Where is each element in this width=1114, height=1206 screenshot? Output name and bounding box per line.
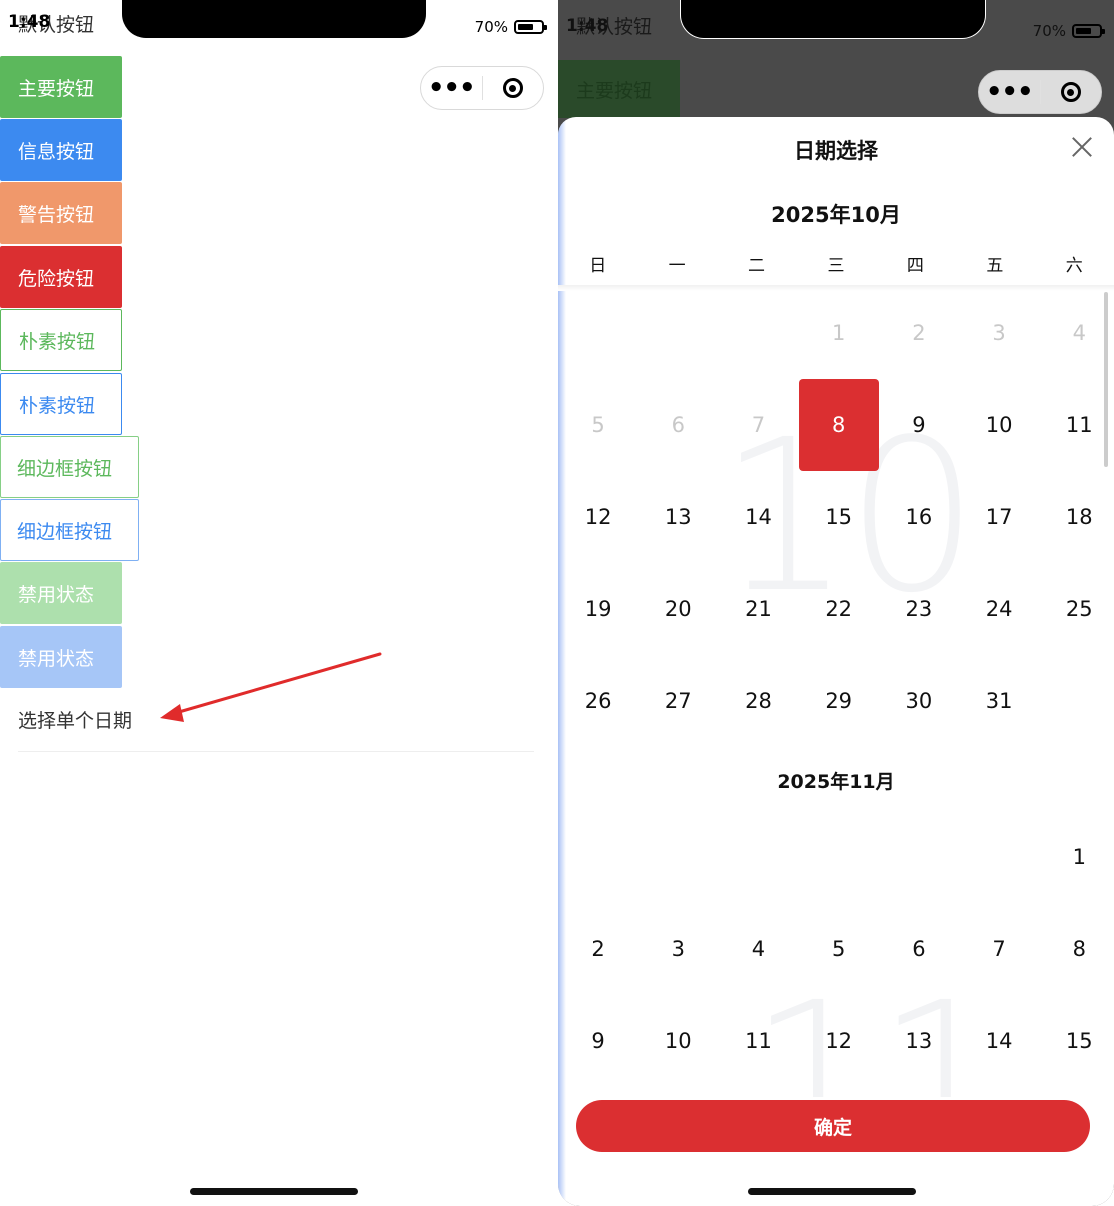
day-cell[interactable]: 15 — [799, 471, 879, 563]
weekday-label: 五 — [986, 256, 1004, 276]
day-cell[interactable]: 11 — [718, 995, 798, 1087]
day-cell[interactable]: 27 — [638, 655, 718, 747]
day-cell[interactable]: 28 — [718, 655, 798, 747]
annotation-arrow-icon — [160, 652, 382, 722]
day-cell[interactable]: 16 — [879, 471, 959, 563]
weekday-label: 日 — [589, 256, 607, 276]
day-cell: 1 — [832, 321, 846, 345]
close-icon[interactable] — [1070, 135, 1094, 159]
day-cell: 7 — [751, 413, 766, 437]
day-cell[interactable]: 30 — [879, 655, 959, 747]
day-cell[interactable]: 24 — [959, 563, 1039, 655]
day-cell[interactable]: 7 — [959, 903, 1039, 995]
day-cell[interactable]: 14 — [959, 995, 1039, 1087]
day-cell[interactable]: 10 — [638, 995, 718, 1087]
weekday-label: 二 — [748, 256, 766, 276]
day-cell[interactable]: 22 — [799, 563, 879, 655]
month-header-october: 2025年10月 — [771, 203, 901, 227]
calendar-popup: 日期选择 2025年10月 日一二三四五六 10 11 123456789101… — [558, 117, 1114, 1206]
confirm-button[interactable]: 确定 — [576, 1100, 1090, 1152]
day-cell[interactable]: 12 — [558, 471, 638, 563]
primary-button-dimmed: 主要按钮 — [558, 60, 680, 118]
day-cell[interactable]: 2 — [558, 903, 638, 995]
day-cell: 6 — [671, 413, 685, 437]
calendar-title: 日期选择 — [794, 139, 878, 163]
day-cell[interactable]: 18 — [1039, 471, 1114, 563]
day-cell[interactable]: 5 — [799, 903, 879, 995]
battery-percent: 70% — [1032, 22, 1066, 40]
close-capsule-button[interactable] — [1041, 82, 1102, 102]
day-cell[interactable]: 13 — [638, 471, 718, 563]
day-cell[interactable]: 26 — [558, 655, 638, 747]
target-icon — [1060, 82, 1081, 102]
home-indicator — [190, 1188, 358, 1195]
day-cell[interactable]: 19 — [558, 563, 638, 655]
weekday-label: 一 — [668, 256, 686, 276]
day-cell[interactable]: 20 — [638, 563, 718, 655]
day-cell: 2 — [912, 321, 926, 345]
weekday-label: 四 — [906, 256, 924, 276]
day-cell: 3 — [992, 321, 1006, 345]
day-cell[interactable]: 17 — [959, 471, 1039, 563]
home-indicator — [748, 1188, 916, 1195]
day-cell[interactable]: 31 — [959, 655, 1039, 747]
day-cell[interactable]: 23 — [879, 563, 959, 655]
day-cell[interactable]: 21 — [718, 563, 798, 655]
status-battery: 70% — [1032, 22, 1105, 40]
battery-icon — [1072, 24, 1105, 38]
day-cell[interactable]: 10 — [959, 379, 1039, 471]
left-screen: 默认按钮 主要按钮 信息按钮 警告按钮 危险按钮 朴素按钮 朴素按钮 细边框按钮… — [0, 0, 556, 1206]
day-cell[interactable]: 13 — [879, 995, 959, 1087]
day-cell[interactable]: 25 — [1039, 563, 1114, 655]
month-header-november: 2025年11月 — [777, 771, 895, 793]
day-cell[interactable]: 14 — [718, 471, 798, 563]
mini-program-capsule: ••• — [978, 70, 1102, 114]
day-cell: 4 — [1072, 321, 1086, 345]
day-cell[interactable]: 3 — [638, 903, 718, 995]
weekday-label: 三 — [827, 256, 845, 276]
day-cell[interactable]: 9 — [558, 995, 638, 1087]
day-cell[interactable]: 8 — [1039, 903, 1114, 995]
device-notch — [680, 0, 986, 39]
day-cell[interactable]: 29 — [799, 655, 879, 747]
day-cell[interactable]: 6 — [879, 903, 959, 995]
day-cell[interactable]: 12 — [799, 995, 879, 1087]
day-cell[interactable]: 9 — [879, 379, 959, 471]
status-time: 1:48 — [566, 16, 609, 36]
day-cell[interactable]: 1 — [1039, 811, 1114, 903]
more-menu-icon[interactable]: ••• — [979, 79, 1040, 105]
day-cell: 5 — [591, 413, 605, 437]
day-cell[interactable]: 15 — [1039, 995, 1114, 1087]
weekday-label: 六 — [1065, 256, 1083, 276]
right-screen: 默认按钮 主要按钮 1:48 70% ••• 日期选择 2025年10月 日一二… — [558, 0, 1114, 1206]
weekday-row: 日一二三四五六 — [558, 251, 1114, 276]
day-cell-selected[interactable]: 8 — [799, 379, 879, 471]
day-cell[interactable]: 11 — [1039, 379, 1114, 471]
day-cell[interactable]: 4 — [718, 903, 798, 995]
